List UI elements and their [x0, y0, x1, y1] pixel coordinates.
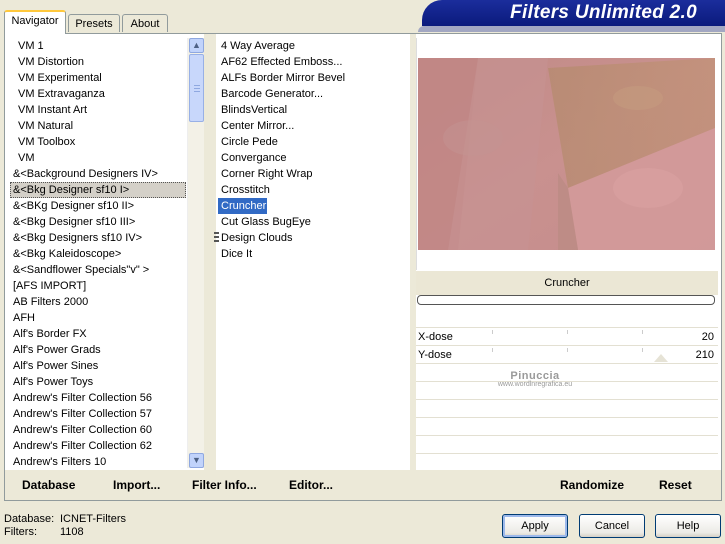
progress-bar	[417, 295, 715, 305]
category-item[interactable]: VM Natural	[10, 118, 186, 134]
category-item[interactable]: VM Distortion	[10, 54, 186, 70]
param-label: Y-dose	[418, 349, 452, 361]
tab-presets[interactable]: Presets	[68, 14, 120, 32]
filter-item[interactable]: Corner Right Wrap	[218, 166, 408, 182]
navigator-toolbar: Database Import... Filter Info... Editor…	[5, 470, 721, 500]
category-item[interactable]: &<Bkg Designers sf10 IV>	[10, 230, 186, 246]
status-value: ICNET-Filters	[60, 513, 126, 525]
slider-tick	[492, 330, 493, 334]
param-y-dose[interactable]: Y-dose 210	[416, 345, 718, 363]
scroll-down-button[interactable]: ▼	[189, 453, 204, 468]
param-value: 20	[701, 331, 714, 343]
filter-item[interactable]: BlindsVertical	[218, 102, 408, 118]
filter-item[interactable]: Crosstitch	[218, 182, 408, 198]
toolbar-divider	[411, 470, 417, 500]
filter-item[interactable]: Dice It	[218, 246, 408, 262]
grip-line	[194, 85, 200, 86]
reset-button[interactable]: Reset	[659, 478, 692, 492]
tab-about[interactable]: About	[122, 14, 168, 32]
category-item[interactable]: Andrew's Filters 10	[10, 454, 186, 468]
database-button[interactable]: Database	[22, 478, 75, 492]
category-item[interactable]: &<Background Designers IV>	[10, 166, 186, 182]
apply-button[interactable]: Apply	[502, 514, 568, 538]
filter-item[interactable]: Design Clouds	[218, 230, 408, 246]
slider-pointer-icon[interactable]	[654, 354, 668, 362]
slider-tick	[567, 348, 568, 352]
param-value: 210	[695, 349, 714, 361]
slider-tick	[492, 348, 493, 352]
status-label: Database:	[4, 513, 55, 525]
grip-line	[194, 91, 200, 92]
status-database: Database: ICNET-Filters	[4, 513, 126, 525]
filter-item[interactable]: Cruncher	[218, 198, 267, 214]
tab-navigator[interactable]: Navigator	[4, 10, 66, 34]
filter-info-button[interactable]: Filter Info...	[192, 478, 257, 492]
filter-item[interactable]: Center Mirror...	[218, 118, 408, 134]
current-filter-name: Cruncher	[416, 271, 718, 295]
watermark-url: www.wordlnregrafica.eu	[497, 381, 573, 388]
category-item[interactable]: VM 1	[10, 38, 186, 54]
randomize-button[interactable]: Randomize	[560, 478, 624, 492]
filter-item[interactable]: 4 Way Average	[218, 38, 408, 54]
param-empty-row	[416, 453, 718, 471]
category-item[interactable]: &<Bkg Designer sf10 III>	[10, 214, 186, 230]
filter-item[interactable]: AF62 Effected Emboss...	[218, 54, 408, 70]
import-button[interactable]: Import...	[113, 478, 160, 492]
grip-line	[194, 88, 200, 89]
filter-item[interactable]: ALFs Border Mirror Bevel	[218, 70, 408, 86]
scroll-up-button[interactable]: ▲	[189, 38, 204, 53]
category-item[interactable]: Andrew's Filter Collection 60	[10, 422, 186, 438]
slider-tick	[642, 330, 643, 334]
category-item[interactable]: Andrew's Filter Collection 56	[10, 390, 186, 406]
category-item[interactable]: Andrew's Filter Collection 57	[10, 406, 186, 422]
category-item[interactable]: Alf's Power Toys	[10, 374, 186, 390]
editor-button[interactable]: Editor...	[289, 478, 333, 492]
list-divider	[204, 34, 216, 470]
product-banner: Filters Unlimited 2.0	[422, 0, 725, 26]
category-item[interactable]: &<Bkg Designer sf10 I>	[10, 182, 186, 198]
category-item[interactable]: Andrew's Filter Collection 62	[10, 438, 186, 454]
category-item[interactable]: Alf's Power Sines	[10, 358, 186, 374]
slider-tick	[567, 330, 568, 334]
param-x-dose[interactable]: X-dose 20	[416, 327, 718, 345]
chevron-down-icon: ▼	[192, 455, 201, 465]
cancel-button[interactable]: Cancel	[579, 514, 645, 538]
category-list[interactable]: VM 1 VM Distortion VM Experimental VM Extra…	[10, 38, 186, 468]
status-value: 1108	[60, 526, 84, 538]
drag-handle-icon[interactable]	[214, 232, 219, 244]
param-label: X-dose	[418, 331, 453, 343]
category-item[interactable]: Alf's Border FX	[10, 326, 186, 342]
category-item[interactable]: VM Extravaganza	[10, 86, 186, 102]
scroll-thumb[interactable]	[189, 54, 204, 122]
slider-tick	[642, 348, 643, 352]
category-item[interactable]: AFH	[10, 310, 186, 326]
category-item[interactable]: VM	[10, 150, 186, 166]
filter-item[interactable]: Circle Pede	[218, 134, 408, 150]
status-label: Filters:	[4, 526, 37, 538]
category-item[interactable]: &<Bkg Kaleidoscope>	[10, 246, 186, 262]
watermark: Pinuccia www.wordlnregrafica.eu	[485, 370, 585, 388]
filter-list[interactable]: 4 Way Average AF62 Effected Emboss... ALFs…	[218, 38, 408, 468]
category-item[interactable]: VM Toolbox	[10, 134, 186, 150]
help-button[interactable]: Help	[655, 514, 721, 538]
status-filters: Filters: 1108	[4, 526, 84, 538]
param-empty-row	[416, 417, 718, 435]
filter-item[interactable]: Convergance	[218, 150, 408, 166]
filter-item[interactable]: Cut Glass BugEye	[218, 214, 408, 230]
chevron-up-icon: ▲	[192, 40, 201, 50]
category-item[interactable]: AB Filters 2000	[10, 294, 186, 310]
preview-texture	[418, 58, 715, 250]
category-item[interactable]: VM Instant Art	[10, 102, 186, 118]
category-item[interactable]: VM Experimental	[10, 70, 186, 86]
preview-image	[418, 58, 715, 250]
category-scrollbar[interactable]: ▲ ▼	[187, 38, 205, 468]
param-empty-row	[416, 435, 718, 453]
category-item[interactable]: [AFS IMPORT]	[10, 278, 186, 294]
banner-underline	[418, 26, 725, 32]
category-item[interactable]: Alf's Power Grads	[10, 342, 186, 358]
param-empty-row	[416, 399, 718, 417]
category-item[interactable]: &<Sandflower Specials"v" >	[10, 262, 186, 278]
filter-item[interactable]: Barcode Generator...	[218, 86, 408, 102]
category-item[interactable]: &<BKg Designer sf10 II>	[10, 198, 186, 214]
